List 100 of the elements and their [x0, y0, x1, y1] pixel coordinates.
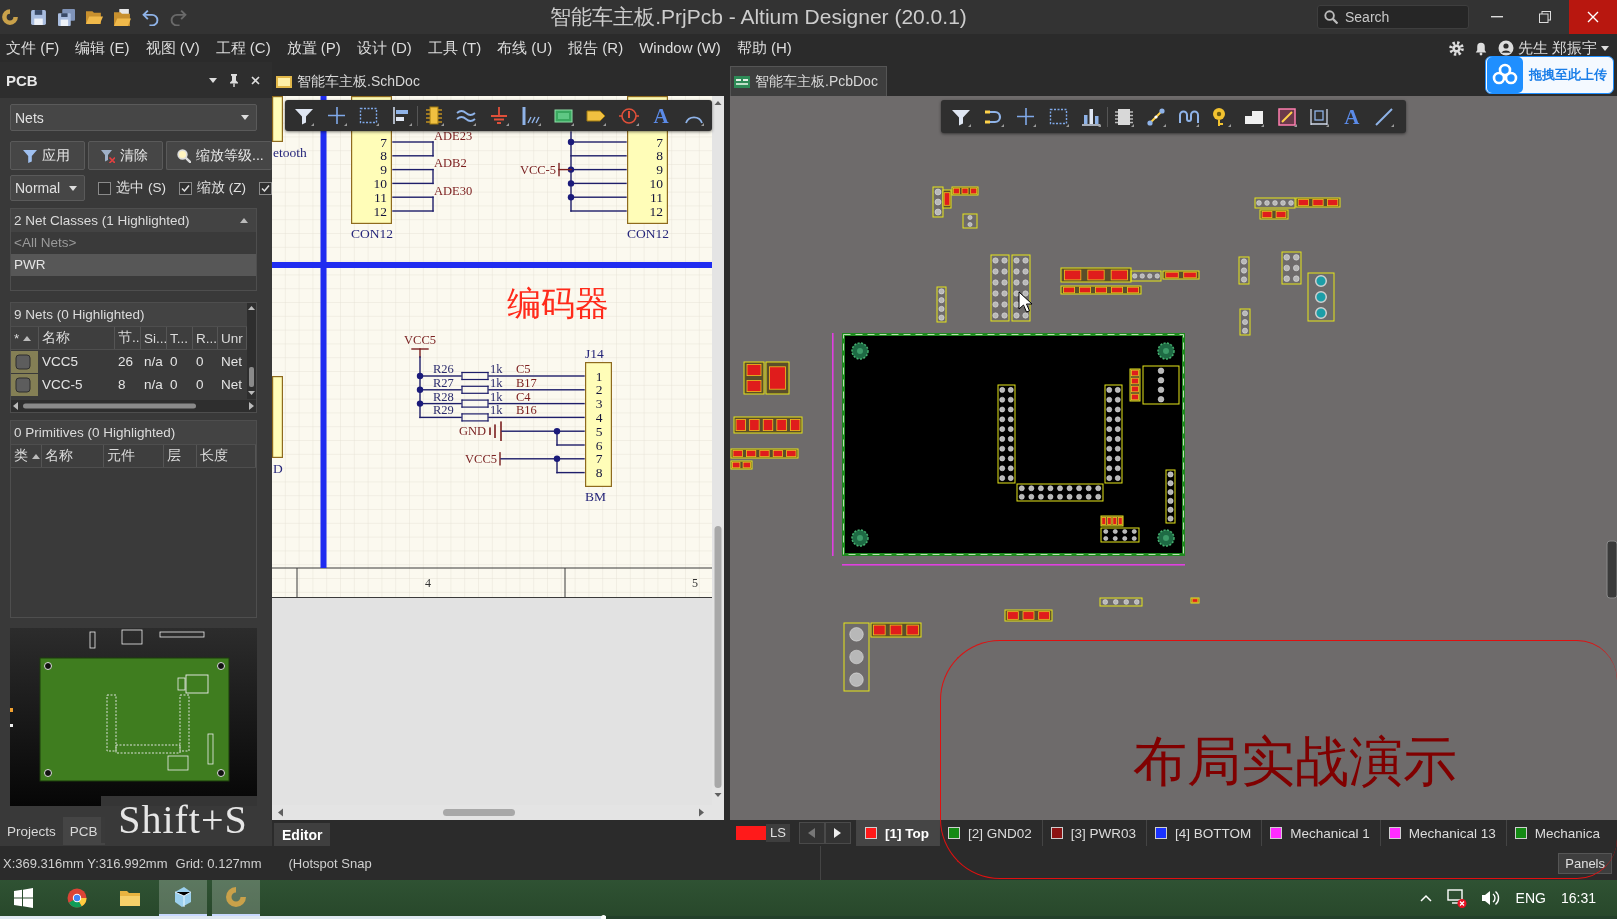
- selection-rectangle-icon[interactable]: [359, 105, 379, 126]
- keepout-icon[interactable]: [1276, 106, 1297, 127]
- scrollbar[interactable]: [247, 303, 256, 399]
- pin-number: 11: [374, 189, 387, 205]
- crosshair-icon[interactable]: [326, 105, 347, 126]
- align-icon[interactable]: [391, 105, 412, 126]
- panel-edge-handle[interactable]: [1606, 540, 1617, 599]
- layer-tab[interactable]: [2] GND02: [938, 820, 1042, 846]
- scrollbar[interactable]: [11, 400, 256, 412]
- line-icon[interactable]: [1374, 106, 1395, 127]
- account-menu[interactable]: 先生 郑振宇: [1497, 38, 1609, 58]
- junction-dot: [553, 455, 561, 462]
- chevron-up-icon[interactable]: [1419, 894, 1432, 902]
- scrollbar[interactable]: [272, 805, 724, 820]
- menu-item[interactable]: 工具 (T): [427, 38, 482, 58]
- scrollbar[interactable]: [712, 96, 724, 805]
- bus-entry-icon[interactable]: [521, 105, 541, 126]
- track-icon[interactable]: [1146, 106, 1167, 127]
- mounting-hole: [851, 342, 869, 360]
- menu-item[interactable]: 编辑 (E): [75, 38, 130, 58]
- marker-icon[interactable]: [1211, 106, 1232, 127]
- notification-bell-icon[interactable]: [1473, 40, 1488, 56]
- checkbox-label[interactable]: 选中 (S): [116, 179, 166, 197]
- editor-tab[interactable]: Editor: [274, 823, 331, 846]
- panel-tab[interactable]: PCB: [62, 817, 105, 845]
- save-icon[interactable]: [30, 8, 47, 26]
- bar-chart-icon[interactable]: [1081, 106, 1102, 127]
- menu-item[interactable]: 设计 (D): [356, 38, 412, 58]
- component-label: etooth: [273, 144, 307, 160]
- panel-tab[interactable]: Projects: [0, 817, 63, 845]
- net-swatch-icon[interactable]: [11, 373, 38, 396]
- checkbox[interactable]: [98, 181, 112, 195]
- collapse-icon[interactable]: [240, 218, 248, 223]
- layer-set-button[interactable]: LS: [736, 824, 790, 842]
- search-field[interactable]: Search: [1317, 5, 1469, 29]
- column-header[interactable]: T...: [167, 327, 193, 349]
- list-item[interactable]: <All Nets>: [11, 232, 256, 254]
- caret-icon[interactable]: [209, 77, 217, 83]
- open-folder-icon[interactable]: [86, 8, 103, 26]
- pin-icon[interactable]: [229, 73, 239, 87]
- layer-tab[interactable]: [3] PWR03: [1041, 820, 1146, 846]
- panels-button[interactable]: Panels: [1558, 852, 1612, 874]
- clock[interactable]: 16:31: [1560, 890, 1596, 906]
- layer-tab[interactable]: [4] BOTTOM: [1145, 820, 1262, 846]
- document-tab[interactable]: 智能车主板.SchDoc: [272, 66, 429, 96]
- net-swatch-icon[interactable]: [11, 350, 38, 373]
- layer-tab[interactable]: [1] Top: [855, 820, 939, 846]
- layer-tab[interactable]: Mechanical 13: [1379, 820, 1506, 846]
- column-header[interactable]: 长度: [197, 445, 256, 467]
- checkbox-label[interactable]: 缩放 (Z): [197, 179, 246, 197]
- menu-item[interactable]: 帮助 (H): [736, 38, 792, 58]
- layer-tab[interactable]: Mechanical 1: [1261, 820, 1380, 846]
- next-layer-button[interactable]: [824, 822, 851, 844]
- checkbox[interactable]: [259, 181, 272, 195]
- list-item[interactable]: PWR: [11, 254, 256, 276]
- column-header[interactable]: Si...: [141, 327, 167, 349]
- layer-tab[interactable]: Mechanica: [1505, 820, 1611, 846]
- chip-icon[interactable]: [1113, 106, 1134, 127]
- table-cell-text: 26: [117, 354, 135, 369]
- selection-rectangle-icon[interactable]: [1048, 106, 1069, 127]
- table-cell-text: n/a: [143, 354, 164, 369]
- document-tab[interactable]: 智能车主板.PcbDoc: [730, 66, 887, 96]
- checkbox[interactable]: [179, 181, 192, 195]
- menu-item[interactable]: 布线 (U): [497, 38, 553, 58]
- text-tool-button[interactable]: A: [651, 103, 671, 128]
- menu-item[interactable]: Window (W): [639, 38, 721, 58]
- menu-item[interactable]: 放置 (P): [286, 38, 341, 58]
- clear-button[interactable]: 清除: [88, 141, 163, 170]
- upload-button[interactable]: 拖拽至此上传: [1485, 56, 1614, 94]
- parameter-icon[interactable]: [618, 105, 639, 126]
- network-icon[interactable]: [1446, 888, 1467, 908]
- component-icon[interactable]: [423, 105, 444, 126]
- open-project-icon[interactable]: [114, 8, 131, 26]
- settings-icon[interactable]: [1448, 40, 1464, 56]
- column-header[interactable]: *: [11, 327, 39, 349]
- column-header[interactable]: 层: [164, 445, 197, 467]
- undo-icon[interactable]: [142, 8, 159, 26]
- apply-button[interactable]: 应用: [10, 141, 85, 170]
- net-type-dropdown[interactable]: Nets: [10, 104, 257, 131]
- column-header[interactable]: 元件: [104, 445, 164, 467]
- menu-item[interactable]: 工程 (C): [215, 38, 271, 58]
- video-progress-track[interactable]: [0, 916, 1617, 919]
- menu-item[interactable]: 文件 (F): [6, 38, 60, 58]
- close-icon[interactable]: [251, 75, 260, 85]
- column-header[interactable]: 名称: [42, 445, 104, 467]
- column-header[interactable]: 类: [11, 445, 42, 467]
- dimension-icon[interactable]: [1309, 106, 1330, 127]
- text-tool-button[interactable]: A: [1341, 104, 1362, 129]
- menu-item[interactable]: 视图 (V): [145, 38, 200, 58]
- ground-icon[interactable]: [488, 105, 509, 126]
- menu-item[interactable]: 报告 (R): [568, 38, 624, 58]
- highlight-mode-dropdown[interactable]: Normal: [10, 175, 86, 201]
- speaker-icon[interactable]: [1481, 888, 1501, 908]
- column-header[interactable]: R...: [193, 327, 218, 349]
- language-indicator[interactable]: ENG: [1515, 890, 1546, 906]
- save-all-icon[interactable]: [58, 8, 75, 26]
- column-header[interactable]: 节..: [115, 327, 141, 349]
- column-header[interactable]: 名称: [39, 327, 115, 349]
- zoom-level-button[interactable]: 缩放等级...: [166, 141, 272, 170]
- crosshair-icon[interactable]: [1016, 106, 1037, 127]
